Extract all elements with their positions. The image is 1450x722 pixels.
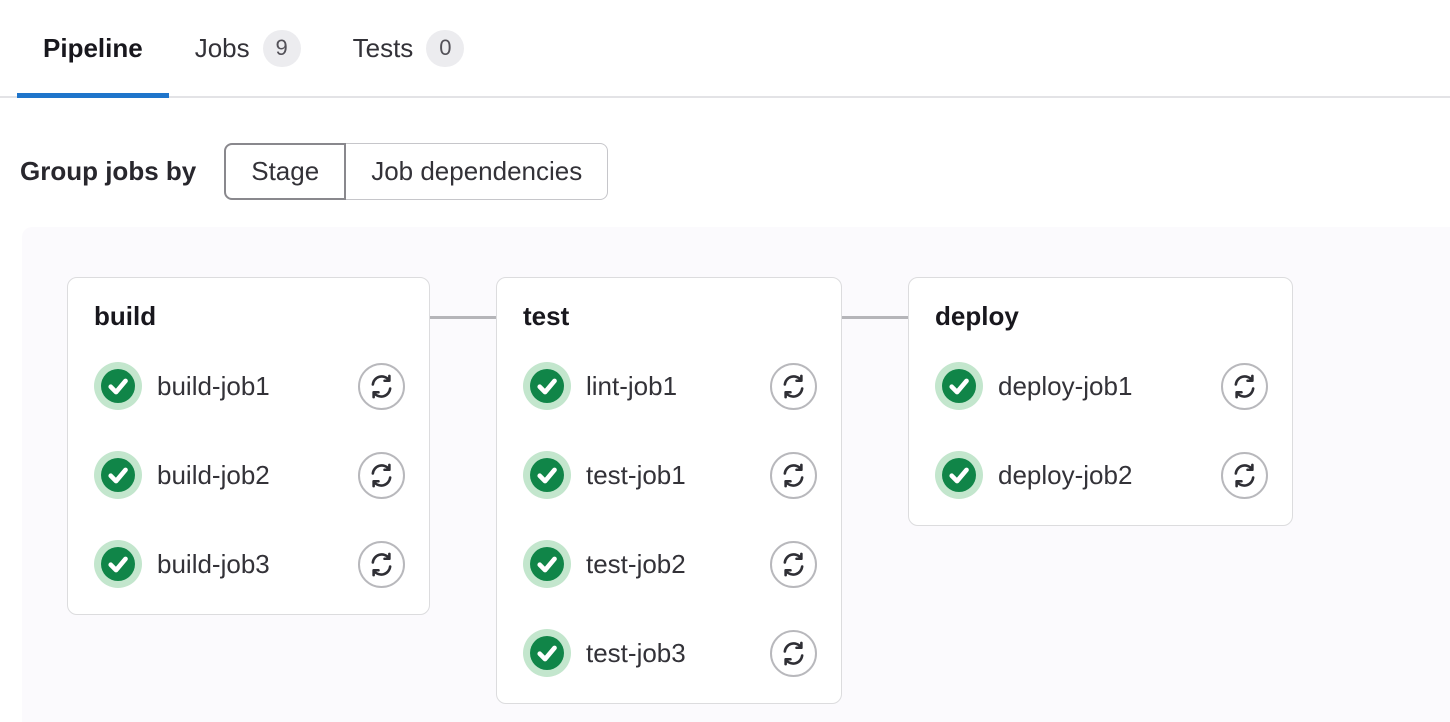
job-name-label: deploy-job1 [998,371,1132,402]
job-name-label: build-job3 [157,549,270,580]
stage-jobs-list: deploy-job1 deploy-job2 [935,362,1268,499]
stage-card: deploy deploy-job1 [908,277,1293,526]
retry-icon [780,373,807,400]
retry-job-button[interactable] [358,363,405,410]
job-name-label: test-job1 [586,460,686,491]
pipeline-graph-panel: build build-job1 [22,227,1450,722]
status-success-icon [935,362,983,410]
retry-job-button[interactable] [358,452,405,499]
tab-tests-label: Tests [353,33,414,64]
retry-icon [368,462,395,489]
retry-icon [368,551,395,578]
tab-jobs-label: Jobs [195,33,250,64]
pipeline-tabs: Pipeline Jobs 9 Tests 0 [0,0,1450,98]
stage-name: test [523,298,817,334]
status-success-icon [523,362,571,410]
status-success-icon [935,451,983,499]
job-row: build-job3 [94,540,405,588]
job-link[interactable]: build-job1 [94,362,270,410]
job-row: deploy-job1 [935,362,1268,410]
tab-pipeline-label: Pipeline [43,33,143,64]
retry-icon [368,373,395,400]
job-row: deploy-job2 [935,451,1268,499]
group-by-job-dependencies-button[interactable]: Job dependencies [346,143,608,200]
retry-job-button[interactable] [770,452,817,499]
stage-name: build [94,298,405,334]
pipeline-stages: build build-job1 [67,277,1450,704]
job-link[interactable]: deploy-job1 [935,362,1132,410]
job-link[interactable]: build-job2 [94,451,270,499]
tab-tests[interactable]: Tests 0 [327,0,491,96]
pipeline-stage-column-test: test lint-job1 [496,277,842,704]
pipeline-stage-column-build: build build-job1 [67,277,430,615]
stage-jobs-list: lint-job1 test-job1 [523,362,817,677]
job-name-label: lint-job1 [586,371,677,402]
retry-icon [780,551,807,578]
job-row: build-job1 [94,362,405,410]
job-row: lint-job1 [523,362,817,410]
retry-job-button[interactable] [770,630,817,677]
job-name-label: build-job2 [157,460,270,491]
job-row: test-job1 [523,451,817,499]
tab-pipeline[interactable]: Pipeline [17,0,169,96]
retry-icon [780,640,807,667]
job-link[interactable]: test-job2 [523,540,686,588]
job-row: test-job3 [523,629,817,677]
stage-jobs-list: build-job1 build-job2 [94,362,405,588]
retry-job-button[interactable] [1221,452,1268,499]
tab-jobs[interactable]: Jobs 9 [169,0,327,96]
group-jobs-by-label: Group jobs by [20,156,196,187]
job-link[interactable]: test-job1 [523,451,686,499]
stage-name: deploy [935,298,1268,334]
retry-job-button[interactable] [1221,363,1268,410]
tests-count-badge: 0 [426,30,464,67]
stage-card: build build-job1 [67,277,430,615]
job-link[interactable]: test-job3 [523,629,686,677]
job-row: build-job2 [94,451,405,499]
pipeline-stage-column-deploy: deploy deploy-job1 [908,277,1293,526]
job-link[interactable]: lint-job1 [523,362,677,410]
group-by-stage-button[interactable]: Stage [224,143,346,200]
status-success-icon [523,451,571,499]
stage-card: test lint-job1 [496,277,842,704]
retry-job-button[interactable] [770,363,817,410]
status-success-icon [523,629,571,677]
group-jobs-by-row: Group jobs by Stage Job dependencies [20,143,1450,200]
job-row: test-job2 [523,540,817,588]
job-name-label: deploy-job2 [998,460,1132,491]
jobs-count-badge: 9 [263,30,301,67]
status-success-icon [94,451,142,499]
job-link[interactable]: deploy-job2 [935,451,1132,499]
status-success-icon [94,362,142,410]
retry-icon [1231,462,1258,489]
job-name-label: test-job3 [586,638,686,669]
job-link[interactable]: build-job3 [94,540,270,588]
status-success-icon [94,540,142,588]
group-jobs-by-toggle: Stage Job dependencies [224,143,608,200]
retry-job-button[interactable] [770,541,817,588]
job-name-label: test-job2 [586,549,686,580]
status-success-icon [523,540,571,588]
retry-icon [780,462,807,489]
retry-job-button[interactable] [358,541,405,588]
job-name-label: build-job1 [157,371,270,402]
retry-icon [1231,373,1258,400]
